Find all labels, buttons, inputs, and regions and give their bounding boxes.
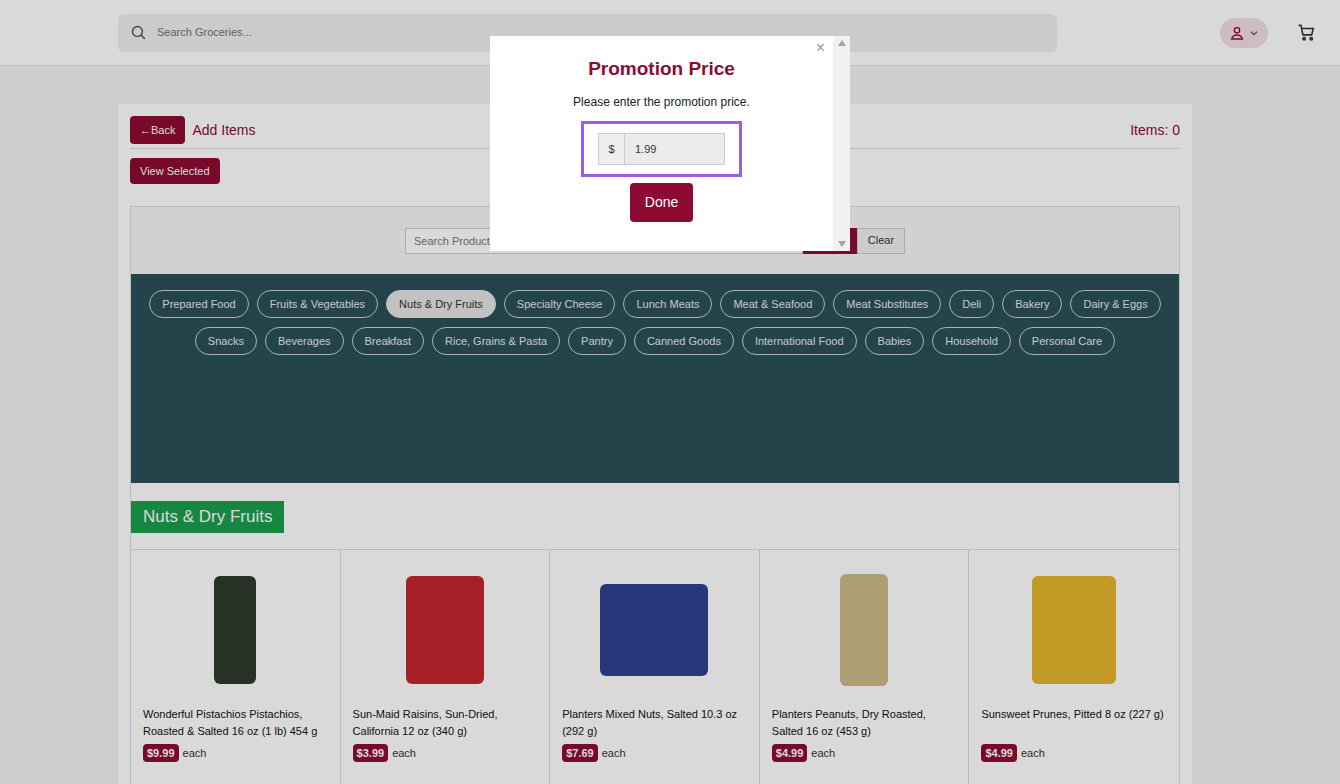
scroll-down-icon[interactable] [838, 241, 846, 247]
currency-addon: $ [598, 133, 625, 165]
price-input[interactable] [625, 133, 725, 165]
close-button[interactable]: × [816, 38, 825, 58]
dialog-title: Promotion Price [588, 57, 735, 81]
scroll-up-icon[interactable] [838, 40, 846, 46]
dialog-scrollbar[interactable] [833, 36, 850, 251]
dialog-message: Please enter the promotion price. [573, 93, 750, 111]
done-button[interactable]: Done [630, 183, 693, 222]
price-field-highlight: $ [581, 121, 742, 177]
promotion-price-dialog: × Promotion Price Please enter the promo… [490, 36, 850, 251]
